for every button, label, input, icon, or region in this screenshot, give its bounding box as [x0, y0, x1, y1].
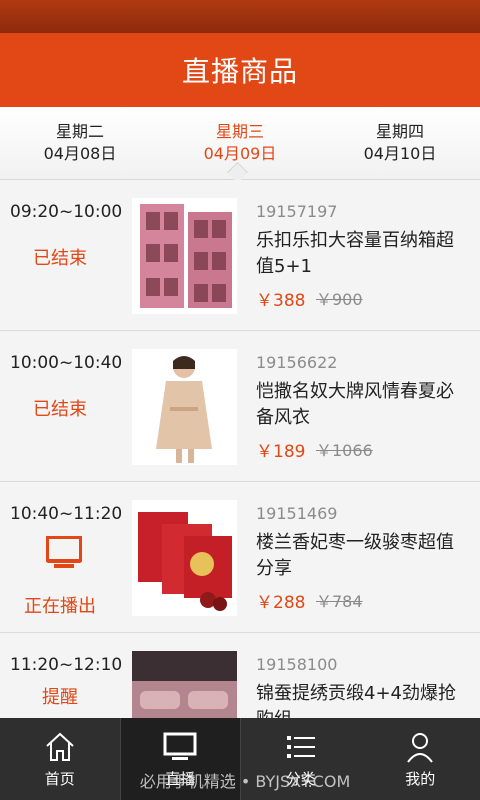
page-title: 直播商品: [181, 55, 298, 88]
product-id: 19157197: [256, 202, 338, 221]
sale-price: ￥288: [256, 593, 306, 613]
schedule-list: 09:20~10:00 已结束 19157197 乐扣乐扣大容量百纳箱超值5+1…: [0, 180, 480, 784]
product-image[interactable]: [132, 198, 237, 314]
day-tab-tuesday[interactable]: 星期二 04月08日: [0, 107, 160, 179]
tab-category[interactable]: 分类: [241, 718, 361, 800]
broadcast-time: 10:40~11:20: [10, 504, 123, 524]
product-image[interactable]: [132, 349, 237, 465]
tv-icon: [163, 732, 197, 760]
list-item[interactable]: 10:40~11:20 正在播出 19151469 楼兰香妃枣一级骏枣超值分享 …: [0, 482, 480, 633]
original-price: ￥784: [316, 592, 363, 611]
original-price: ￥900: [316, 290, 363, 309]
user-icon: [407, 732, 434, 763]
broadcast-time: 11:20~12:10: [10, 655, 123, 675]
product-id: 19156622: [256, 353, 338, 372]
day-tab-date: 04月09日: [203, 144, 277, 163]
tab-label: 我的: [405, 769, 436, 788]
status-bar: [0, 0, 480, 33]
day-tab-weekday: 星期四: [375, 122, 424, 141]
sale-price: ￥388: [256, 291, 306, 311]
tab-label: 分类: [285, 769, 316, 788]
bottom-tab-bar: 首页 直播 分类 我的: [0, 718, 480, 800]
list-item[interactable]: 09:20~10:00 已结束 19157197 乐扣乐扣大容量百纳箱超值5+1…: [0, 180, 480, 331]
tab-mine[interactable]: 我的: [361, 718, 480, 800]
app-header: 直播商品: [0, 33, 480, 107]
day-tab-date: 04月08日: [43, 144, 117, 163]
list-item[interactable]: 10:00~10:40 已结束 19156622 恺撒名奴大牌风情春夏必备风衣 …: [0, 331, 480, 482]
product-id: 19151469: [256, 504, 338, 523]
tv-icon: [46, 536, 82, 568]
product-image[interactable]: [132, 500, 237, 616]
day-tab-weekday: 星期二: [55, 122, 104, 141]
tab-label: 首页: [44, 769, 75, 788]
tab-home[interactable]: 首页: [0, 718, 120, 800]
day-tab-date: 04月10日: [363, 144, 437, 163]
status-label: 正在播出: [24, 596, 96, 617]
tab-label: 直播: [165, 769, 196, 788]
status-label: 已结束: [33, 248, 87, 269]
product-title[interactable]: 楼兰香妃枣一级骏枣超值分享: [256, 530, 466, 582]
broadcast-time: 10:00~10:40: [10, 353, 123, 373]
status-label: 已结束: [33, 399, 87, 420]
product-title[interactable]: 乐扣乐扣大容量百纳箱超值5+1: [256, 228, 466, 280]
broadcast-time: 09:20~10:00: [10, 202, 123, 222]
day-tab-weekday: 星期三: [215, 122, 264, 141]
day-tab-thursday[interactable]: 星期四 04月10日: [320, 107, 480, 179]
tab-live[interactable]: 直播: [119, 718, 241, 800]
sale-price: ￥189: [256, 442, 306, 462]
product-title[interactable]: 恺撒名奴大牌风情春夏必备风衣: [256, 379, 466, 431]
list-icon: [286, 735, 315, 758]
reminder-button[interactable]: 提醒: [10, 683, 110, 709]
original-price: ￥1066: [316, 441, 373, 460]
home-icon: [46, 732, 74, 761]
product-id: 19158100: [256, 655, 338, 674]
